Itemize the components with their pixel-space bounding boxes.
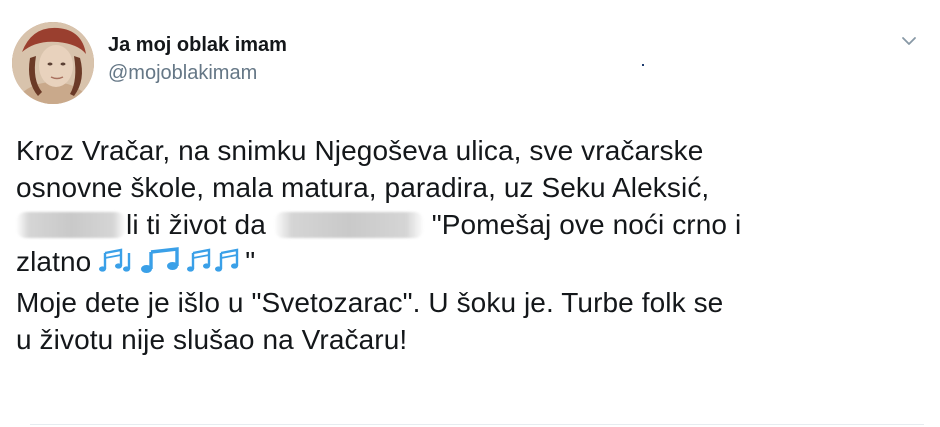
author-block: Ja moj oblak imam @mojoblakimam <box>108 33 287 85</box>
text-segment: "Pomešaj ove noći crno i <box>431 209 742 240</box>
tweet-line-3: li ti život da "Pomešaj ove noći crno i <box>16 206 931 243</box>
redacted-blur <box>273 212 424 238</box>
tweet-line-6: u životu nije slušao na Vračaru! <box>16 321 931 358</box>
text-segment: zlatno <box>16 246 92 277</box>
tweet-line-4: zlatno " <box>16 243 931 284</box>
avatar[interactable] <box>12 22 94 104</box>
artifact-dot <box>642 64 644 66</box>
text-segment: osnovne škole, mala matura, paradira, uz… <box>16 172 710 203</box>
redacted-blur <box>16 212 126 238</box>
text-segment: Moje dete je išlo u "Svetozarac". U šoku… <box>16 287 724 318</box>
tweet-line-2: osnovne škole, mala matura, paradira, uz… <box>16 169 931 206</box>
tweet-line-5: Moje dete je išlo u "Svetozarac". U šoku… <box>16 284 931 321</box>
tweet-card: Ja moj oblak imam @mojoblakimam Kroz Vra… <box>0 0 940 427</box>
text-segment: li ti život da <box>126 209 266 240</box>
avatar-photo <box>12 22 94 104</box>
tweet-text: Kroz Vračar, na snimku Njegoševa ulica, … <box>16 132 931 358</box>
display-name[interactable]: Ja moj oblak imam <box>108 33 287 57</box>
text-segment: " <box>245 246 256 277</box>
handle[interactable]: @mojoblakimam <box>108 61 287 85</box>
chevron-down-icon[interactable] <box>898 30 920 52</box>
musical-notes-emoji <box>99 247 245 284</box>
tweet-line-1: Kroz Vračar, na snimku Njegoševa ulica, … <box>16 132 931 169</box>
text-segment: u životu nije slušao na Vračaru! <box>16 324 408 355</box>
divider <box>30 424 924 425</box>
text-segment: Kroz Vračar, na snimku Njegoševa ulica, … <box>16 135 704 166</box>
